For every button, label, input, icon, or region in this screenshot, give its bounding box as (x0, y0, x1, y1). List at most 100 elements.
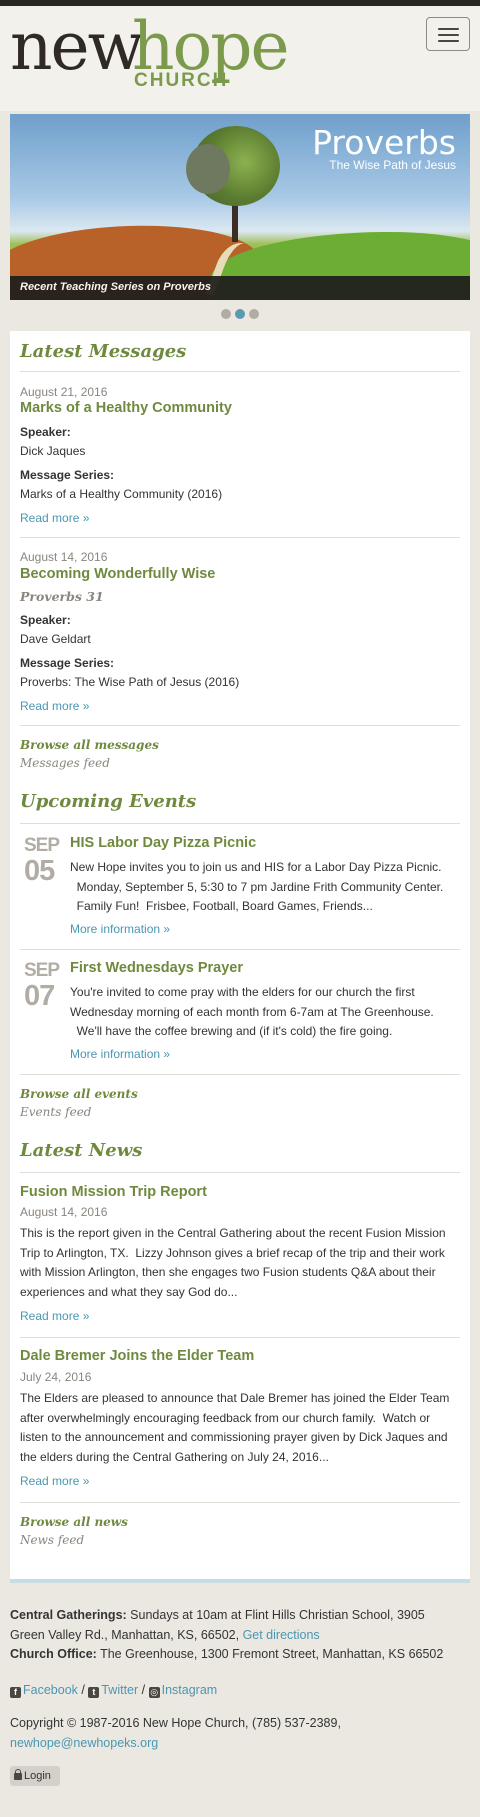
news-summary-line: with Mission Arlington, then she engages… (20, 1265, 436, 1279)
banner-caption-text: Recent Teaching Series on Proverbs (20, 281, 211, 293)
gatherings-label: Central Gatherings: (10, 1608, 127, 1622)
footer-contact: Central Gatherings: Sundays at 10am at F… (10, 1606, 470, 1665)
twitter-icon: t (88, 1687, 100, 1698)
message-read-more-link[interactable]: Read more » (20, 511, 89, 525)
hamburger-bar-icon (438, 28, 459, 30)
speaker-name: Dave Geldart (20, 632, 91, 646)
facebook-link[interactable]: Facebook (23, 1683, 78, 1697)
newhope-logo[interactable]: new hope CHURCH (10, 8, 300, 103)
message-read-more-link[interactable]: Read more » (20, 699, 89, 713)
event-date-badge: SEP 07 (24, 960, 60, 1012)
gatherings-info: Central Gatherings: Sundays at 10am at F… (10, 1606, 470, 1626)
event-day: 07 (24, 980, 55, 1012)
hero-banner[interactable]: Proverbs The Wise Path of Jesus (10, 114, 470, 300)
social-links: f Facebook / t Twitter / ◎ Instagram (10, 1683, 217, 1698)
news-summary-line: the elders during the Central Gathering … (20, 1449, 329, 1464)
series-label: Message Series: (20, 468, 115, 482)
events-heading: Upcoming Events (20, 791, 197, 812)
news-summary-line: listen to the announcement and commissio… (20, 1430, 448, 1444)
event-more-info-link[interactable]: More information » (70, 1047, 170, 1061)
divider (20, 1502, 460, 1503)
gatherings-text: Sundays at 10am at Flint Hills Christian… (130, 1608, 425, 1622)
event-description-line: Monday, September 5, 5:30 to 7 pm Jardin… (70, 879, 444, 894)
messages-heading: Latest Messages (20, 341, 187, 362)
hamburger-bar-icon (438, 40, 459, 42)
carousel-dot-1[interactable] (221, 309, 231, 319)
speaker-label: Speaker: (20, 613, 71, 627)
speaker-label: Speaker: (20, 425, 71, 439)
main-content: Latest Messages August 21, 2016 Marks of… (10, 331, 470, 1583)
event-date-badge: SEP 05 (24, 836, 60, 887)
divider (20, 371, 460, 372)
separator: / (81, 1683, 85, 1697)
banner-heading: Proverbs The Wise Path of Jesus (312, 126, 456, 173)
banner-caption: Recent Teaching Series on Proverbs (10, 276, 470, 300)
browse-events-link[interactable]: Browse all events (20, 1087, 138, 1101)
gatherings-info-line2: Green Valley Rd., Manhattan, KS, 66502, … (10, 1626, 470, 1646)
event-description-line: Family Fun! Frisbee, Football, Board Gam… (70, 899, 373, 913)
event-day: 05 (24, 855, 55, 887)
news-summary-line: This is the report given in the Central … (20, 1226, 446, 1240)
instagram-icon: ◎ (148, 1687, 160, 1698)
login-label: Login (24, 1770, 51, 1782)
carousel-dot-2[interactable] (235, 309, 245, 319)
copyright-text: Copyright © 1987-2016 New Hope Church, (… (10, 1716, 341, 1730)
event-title[interactable]: HIS Labor Day Pizza Picnic (70, 835, 256, 851)
carousel-dot-3[interactable] (249, 309, 259, 319)
message-title[interactable]: Marks of a Healthy Community (20, 400, 232, 416)
copyright: Copyright © 1987-2016 New Hope Church, (… (10, 1714, 470, 1753)
message-scripture: Proverbs 31 (20, 589, 104, 604)
news-read-more-link[interactable]: Read more » (20, 1474, 89, 1488)
news-summary-line: after overwhelmingly encouraging feedbac… (20, 1410, 431, 1425)
message-date: August 14, 2016 (20, 550, 108, 564)
office-address: The Greenhouse, 1300 Fremont Street, Man… (100, 1647, 444, 1661)
message-title[interactable]: Becoming Wonderfully Wise (20, 566, 215, 582)
gatherings-address: Green Valley Rd., Manhattan, KS, 66502, (10, 1627, 240, 1642)
divider (20, 949, 460, 950)
divider (20, 1172, 460, 1173)
news-read-more-link[interactable]: Read more » (20, 1309, 89, 1323)
news-summary-line: Trip to Arlington, TX. Lizzy Johnson giv… (20, 1245, 445, 1260)
event-more-info-link[interactable]: More information » (70, 922, 170, 936)
events-feed-link[interactable]: Events feed (20, 1105, 92, 1119)
series-name: Proverbs: The Wise Path of Jesus (2016) (20, 675, 240, 689)
message-date: August 21, 2016 (20, 385, 108, 399)
separator: / (141, 1683, 146, 1697)
event-month: SEP (24, 960, 60, 981)
messages-feed-link[interactable]: Messages feed (20, 756, 110, 770)
news-summary: The Elders are pleased to announce that … (20, 1389, 449, 1467)
logo-word-new: new (10, 8, 144, 85)
news-feed-link[interactable]: News feed (20, 1533, 84, 1547)
news-title[interactable]: Fusion Mission Trip Report (20, 1184, 207, 1200)
event-description: You're invited to come pray with the eld… (70, 983, 434, 1042)
divider (20, 1337, 460, 1338)
site-header: new hope CHURCH (0, 6, 480, 111)
event-title[interactable]: First Wednesdays Prayer (70, 960, 243, 976)
login-button[interactable]: Login (10, 1766, 60, 1786)
office-label: Church Office: (10, 1647, 97, 1661)
lock-icon (14, 1769, 22, 1780)
browse-news-link[interactable]: Browse all news (20, 1515, 128, 1529)
news-heading: Latest News (20, 1140, 143, 1161)
logo-word-church: CHURCH (134, 70, 229, 91)
instagram-link[interactable]: Instagram (162, 1683, 218, 1697)
hamburger-menu-button[interactable] (426, 17, 470, 51)
divider (20, 725, 460, 726)
facebook-icon: f (10, 1687, 21, 1698)
get-directions-link[interactable]: Get directions (243, 1628, 320, 1642)
event-description-line: You're invited to come pray with the eld… (70, 985, 415, 999)
browse-messages-link[interactable]: Browse all messages (20, 738, 159, 752)
news-summary-line: experiences and what they say God do... (20, 1284, 238, 1299)
twitter-link[interactable]: Twitter (101, 1683, 138, 1697)
tree-canopy-bare (186, 144, 230, 194)
event-description-line: New Hope invites you to join us and HIS … (70, 860, 442, 874)
divider (20, 1074, 460, 1075)
divider (20, 537, 460, 538)
email-link[interactable]: newhope@newhopeks.org (10, 1734, 470, 1754)
news-summary: This is the report given in the Central … (20, 1224, 446, 1302)
event-description-line: We'll have the coffee brewing and (if it… (70, 1024, 393, 1038)
divider (20, 823, 460, 824)
news-title[interactable]: Dale Bremer Joins the Elder Team (20, 1348, 254, 1364)
news-date: July 24, 2016 (20, 1370, 92, 1384)
event-description-line: Wednesday morning of each month from 6-7… (70, 1004, 434, 1019)
